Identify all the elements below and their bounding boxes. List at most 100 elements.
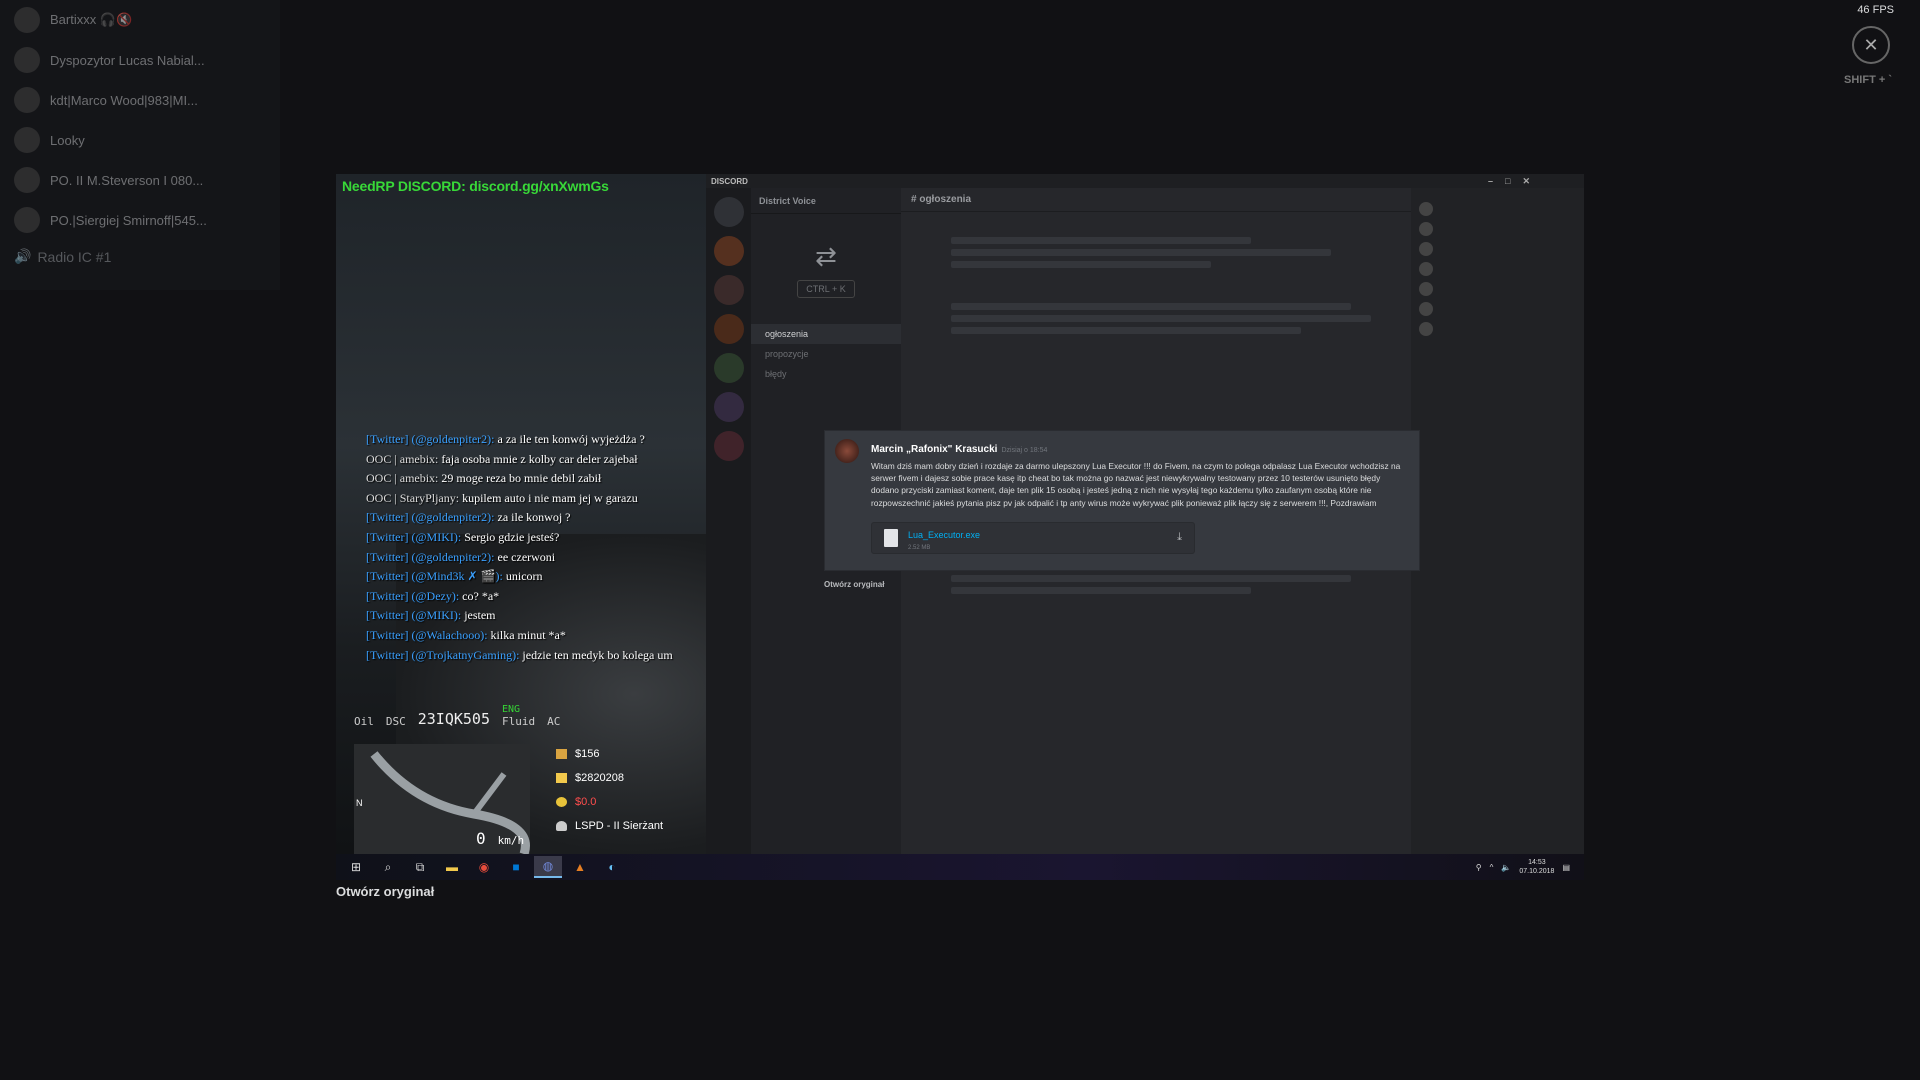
server-icon[interactable] [713,314,744,344]
channel-header: # ogłoszenia [901,188,1411,212]
chat-prefix: OOC | StaryPljany: [366,490,460,505]
voice-user[interactable]: PO.|Siergiej Smirnoff|545... [0,200,280,240]
outlook-icon[interactable]: ■ [502,856,530,878]
popup-open-original-link[interactable]: Otwórz oryginał [824,580,884,589]
download-icon[interactable]: ⤓ [1177,531,1182,544]
fps-counter: 46 FPS [1857,4,1894,16]
volume-icon[interactable]: 🔈 [1501,863,1511,872]
avatar [14,207,40,233]
discord-app-label: DISCORD [711,176,748,186]
message-timestamp: Dzisiaj o 18:54 [1001,447,1048,454]
minimize-icon[interactable]: – [1488,176,1493,187]
voice-user-name: Dyspozytor Lucas Nabial... [50,52,205,68]
chat-prefix: OOC | amebix: [366,471,439,486]
system-tray: ⚲ ^ 🔈 14:53 07.10.2018 ▤ [1476,858,1584,876]
server-name[interactable]: District Voice [751,188,901,214]
message-author[interactable]: Marcin „Rafonix" Krasucki [871,444,997,455]
image-lightbox: NeedRP DISCORD: discord.gg/xnXwmGs [Twit… [336,174,1584,880]
server-icon[interactable] [713,431,744,461]
server-icon[interactable] [713,392,744,422]
chat-prefix: [Twitter] (@MIKI): [366,529,462,544]
dirty-money-value: $0.0 [575,796,597,808]
voice-user[interactable]: Looky [0,120,280,160]
chat-message: [Twitter] (@MIKI): jestem [366,606,706,626]
voice-channel[interactable]: 🔊 Radio IC #1 [0,248,280,265]
windows-start-icon[interactable]: ⊞ [342,856,370,878]
chat-prefix: OOC | amebix: [366,451,439,466]
chat-text: Sergio gdzie jesteś? [464,529,560,544]
voice-user-name: PO.|Siergiej Smirnoff|545... [50,212,207,228]
fluid-indicator: Fluid [502,715,536,728]
job-value: LSPD - II Sierżant [575,820,664,832]
member-item[interactable] [1419,302,1576,316]
member-item[interactable] [1419,222,1576,236]
chat-message: OOC | amebix: faja osoba mnie z kolby ca… [366,450,706,470]
server-list [706,188,751,854]
oil-indicator: Oil [354,715,374,728]
server-icon[interactable] [713,275,744,305]
close-overlay-button[interactable]: ✕ [1852,26,1890,64]
voice-user[interactable]: PO. II M.Steverson I 080... [0,160,280,200]
chat-text: unicorn [505,569,543,584]
avatar [14,87,40,113]
member-item[interactable] [1419,322,1576,336]
discord-taskbar-icon[interactable]: ◍ [534,856,562,878]
swap-arrows-icon: ⇄ [815,240,837,271]
maximize-icon[interactable]: □ [1505,176,1510,187]
home-icon[interactable] [713,197,744,227]
network-icon[interactable]: ⚲ [1476,863,1482,872]
chevron-up-icon[interactable]: ^ [1490,863,1494,872]
app-icon[interactable]: ▲ [566,856,594,878]
member-item[interactable] [1419,242,1576,256]
task-view-icon[interactable]: ⧉ [406,856,434,878]
attachment-name[interactable]: Lua_Executor.exe [908,530,980,540]
voice-user[interactable]: Dyspozytor Lucas Nabial... [0,40,280,80]
member-list [1411,188,1584,854]
chat-prefix: [Twitter] (@goldenpiter2): [366,549,495,564]
avatar[interactable] [835,439,859,463]
channel-header-name: ogłoszenia [919,194,972,205]
chat-text: kilka minut *a* [490,627,566,642]
chrome-icon[interactable]: ◉ [470,856,498,878]
steam-icon[interactable]: ◐ [598,856,626,878]
voice-user[interactable]: kdt|Marco Wood|983|MI... [0,80,280,120]
chat-text: jedzie ten medyk bo kolega um [522,647,673,662]
quick-switcher-shortcut: CTRL + K [797,279,855,298]
channel-item[interactable]: błędy [751,364,901,384]
search-icon[interactable]: ⌕ [374,856,402,878]
avatar [14,167,40,193]
server-icon[interactable] [713,236,744,266]
chat-message: [Twitter] (@Mind3k ✗ 🎬): unicorn [366,567,706,587]
notifications-icon[interactable]: ▤ [1562,863,1570,872]
voice-user-name: kdt|Marco Wood|983|MI... [50,92,198,108]
server-icon[interactable] [713,353,744,383]
ac-indicator: AC [547,715,561,728]
clock[interactable]: 14:53 07.10.2018 [1519,858,1554,876]
bank-row: $2820208 [556,766,663,790]
close-icon[interactable]: ✕ [1522,176,1530,187]
chat-text: a za ile ten konwój wyjeżdża ? [497,432,645,446]
chat-message: [Twitter] (@MIKI): Sergio gdzie jesteś? [366,528,706,548]
avatar [14,7,40,33]
member-item[interactable] [1419,262,1576,276]
voice-user[interactable]: Bartixxx 🎧🔇 [0,0,280,40]
file-explorer-icon[interactable]: ▬ [438,856,466,878]
game-chat: [Twitter] (@goldenpiter2): a za ile ten … [366,430,706,665]
member-item[interactable] [1419,202,1576,216]
chat-text: 29 moge reza bo mnie debil zabił [441,471,602,486]
chat-prefix: [Twitter] (@goldenpiter2): [366,510,495,525]
chat-prefix: [Twitter] (@Dezy): [366,588,460,603]
player-stats: $156 $2820208 $0.0 LSPD - II Sierżant [556,742,663,838]
open-original-link[interactable]: Otwórz oryginał [336,884,434,899]
money-bag-icon [556,797,567,807]
member-item[interactable] [1419,282,1576,296]
license-plate: 23IQK505 [417,710,490,728]
server-banner: NeedRP DISCORD: discord.gg/xnXwmGs [342,178,609,194]
chat-text: jestem [464,608,496,623]
voice-panel: Bartixxx 🎧🔇 Dyspozytor Lucas Nabial... kdt… [0,0,280,290]
file-attachment[interactable]: Lua_Executor.exe 2.52 MB ⤓ [871,521,1195,554]
channel-item[interactable]: ogłoszenia [751,324,901,344]
channel-item[interactable]: propozycje [751,344,901,364]
quick-switcher-hint: ⇄ CTRL + K [751,214,901,324]
game-view: NeedRP DISCORD: discord.gg/xnXwmGs [Twit… [336,174,706,854]
